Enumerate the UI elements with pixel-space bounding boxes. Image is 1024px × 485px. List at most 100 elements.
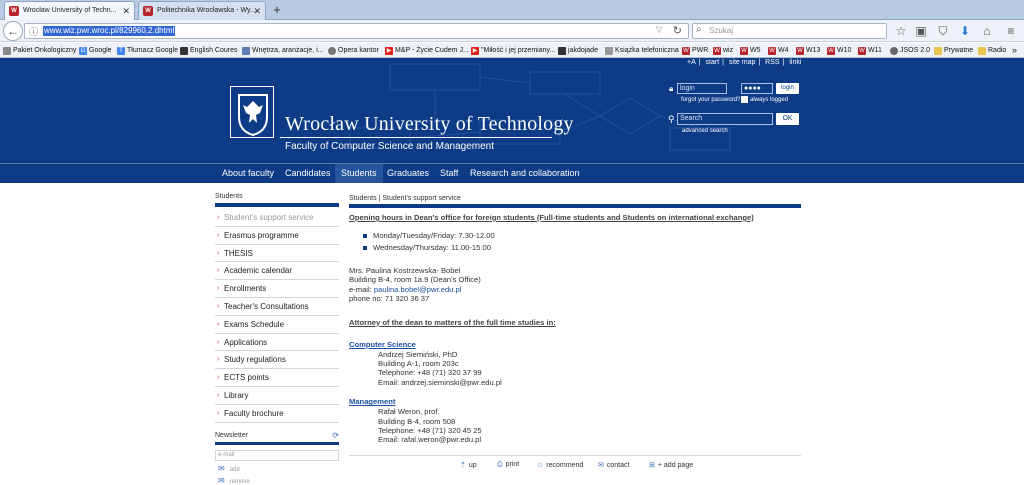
login-input[interactable]: login xyxy=(677,83,727,94)
site-map-link[interactable]: site map xyxy=(729,59,755,66)
bookmark-item[interactable]: W W10 xyxy=(827,45,851,56)
add-page-link[interactable]: ⊞ + add page xyxy=(649,461,693,469)
cs-phone: Telephone: +48 (71) 320 37 99 xyxy=(378,368,482,378)
close-icon[interactable]: ✕ xyxy=(253,2,261,20)
sidebar-item-enrollments[interactable]: › Enrollments xyxy=(215,280,339,298)
bookmark-item[interactable]: T Tłumacz Google xyxy=(117,45,178,56)
browser-search-input[interactable]: ⌕ Szukaj xyxy=(692,23,887,39)
sidebar-item-consultations[interactable]: › Teacher's Consultations xyxy=(215,298,339,316)
back-button[interactable]: ← xyxy=(3,21,23,41)
url-bar[interactable]: ⓘ www.wiz.pwr.wroc.pl/829960,2.dhtml ▽ ↻ xyxy=(24,23,689,39)
university-logo[interactable] xyxy=(230,86,274,138)
bookmarks-library-icon[interactable]: ▣ xyxy=(913,23,929,39)
bookmarks-toolbar: Pakiet Onkologiczny G Google T Tłumacz Goo… xyxy=(0,43,1024,58)
bookmark-label: wiz xyxy=(723,47,734,54)
reload-icon[interactable]: ↻ xyxy=(673,24,682,37)
forgot-password-link[interactable]: forgot your password? xyxy=(681,97,740,103)
login-button[interactable]: login xyxy=(776,83,799,94)
sidebar-item-thesis[interactable]: › THESIS xyxy=(215,245,339,263)
bookmark-item[interactable]: Prywatne xyxy=(934,45,973,56)
contact-email-link[interactable]: paulina.bobel@pwr.edu.pl xyxy=(374,285,462,294)
sidebar-item-ects-points[interactable]: › ECTS points xyxy=(215,369,339,387)
pwr-favicon-icon: W xyxy=(9,6,19,16)
bookmarks-overflow-button[interactable]: » xyxy=(1012,45,1017,56)
envelope-icon: ✉ xyxy=(218,464,225,473)
bookmark-icon xyxy=(180,47,188,55)
download-icon[interactable]: ⬇ xyxy=(957,23,973,39)
bookmark-item[interactable]: W W5 xyxy=(740,45,761,56)
nav-staff[interactable]: Staff xyxy=(434,164,464,183)
nav-candidates[interactable]: Candidates xyxy=(279,164,337,183)
chevron-down-icon[interactable]: ▽ xyxy=(656,25,662,34)
bookmark-label: W11 xyxy=(868,47,882,54)
start-link[interactable]: start xyxy=(706,59,720,66)
sidebar-item-faculty-brochure[interactable]: › Faculty brochure xyxy=(215,405,339,423)
newsletter-remove-link[interactable]: ✉ remove xyxy=(218,476,250,485)
bookmark-item[interactable]: Wwiz xyxy=(713,45,733,56)
bookmark-item[interactable]: JSOS 2.0 xyxy=(890,45,930,56)
password-input[interactable]: ●●●● xyxy=(741,83,773,94)
contact-name: Mrs. Paulina Kostrzewska- Bobel xyxy=(349,266,461,275)
bookmark-item[interactable]: Pakiet Onkologiczny xyxy=(3,45,76,56)
bookmark-item[interactable]: Książka telefoniczna xyxy=(605,45,679,56)
sidebar-item-library[interactable]: › Library xyxy=(215,387,339,405)
bookmark-item[interactable]: W W4 xyxy=(768,45,789,56)
new-tab-button[interactable]: + xyxy=(270,2,284,18)
always-logged-checkbox[interactable] xyxy=(741,96,748,103)
search-placeholder: Szukaj xyxy=(709,26,734,35)
bookmark-item[interactable]: Opera kantor xyxy=(328,45,379,56)
nav-about-faculty[interactable]: About faculty xyxy=(216,164,280,183)
bookmark-star-icon[interactable]: ☆ xyxy=(893,23,909,39)
sidebar-item-support-service[interactable]: › Student's support service xyxy=(215,209,339,227)
bookmark-item[interactable]: W W11 xyxy=(858,45,882,56)
sidebar-item-academic-calendar[interactable]: › Academic calendar xyxy=(215,262,339,281)
info-icon[interactable]: ⓘ xyxy=(29,25,38,38)
sidebar-item-erasmus[interactable]: › Erasmus programme xyxy=(215,227,339,245)
nav-graduates[interactable]: Graduates xyxy=(381,164,435,183)
bookmark-item[interactable]: English Coures xyxy=(180,45,237,56)
bookmark-label: M&P - Życie Cudem J... xyxy=(395,47,469,54)
menu-icon[interactable]: ≡ xyxy=(1003,23,1019,39)
bookmark-item[interactable]: G Google xyxy=(79,45,112,56)
close-icon[interactable]: ✕ xyxy=(122,2,130,20)
newsletter-email-input[interactable]: e-mail xyxy=(215,450,339,461)
tab-wroclaw-university[interactable]: W Wrocław University of Techn... ✕ xyxy=(4,1,135,20)
bookmark-item[interactable]: jakdojade xyxy=(558,45,598,56)
rss-icon[interactable]: ⟳ xyxy=(332,431,339,440)
sidebar-item-applications[interactable]: › Applications xyxy=(215,334,339,352)
newsletter-add-link[interactable]: ✉ add xyxy=(218,464,240,473)
globe-icon xyxy=(328,47,336,55)
site-search-input[interactable]: Search xyxy=(677,113,773,125)
up-link[interactable]: ⇡ up xyxy=(460,461,477,469)
university-title[interactable]: Wrocław University of Technology xyxy=(285,113,574,136)
magnifier-icon: ⚲ xyxy=(668,114,675,124)
search-ok-button[interactable]: OK xyxy=(776,113,799,125)
breadcrumb[interactable]: Students | Student's support service xyxy=(349,194,801,203)
sidebar-item-study-regulations[interactable]: › Study regulations xyxy=(215,351,339,370)
sidebar-item-exams-schedule[interactable]: › Exams Schedule xyxy=(215,316,339,334)
rss-link[interactable]: RSS xyxy=(765,59,779,66)
contact-link[interactable]: ✉ contact xyxy=(598,461,629,469)
tab-politechnika[interactable]: W Politechnika Wrocławska - Wy... ✕ xyxy=(138,1,266,20)
computer-science-heading: Computer Science xyxy=(349,339,416,349)
nav-students[interactable]: Students xyxy=(335,164,383,183)
bookmark-item[interactable]: ▶ M&P - Życie Cudem J... xyxy=(385,45,469,56)
linki-link[interactable]: linki xyxy=(789,59,801,66)
pocket-icon[interactable]: ⛉ xyxy=(935,23,951,39)
url-text[interactable]: www.wiz.pwr.wroc.pl/829960,2.dhtml xyxy=(43,26,176,36)
print-link[interactable]: ⎙ print xyxy=(497,461,519,469)
recommend-link[interactable]: ☆ recommend xyxy=(537,461,583,469)
font-size-link[interactable]: +A xyxy=(687,59,696,66)
pwr-icon: W xyxy=(682,47,690,55)
bookmark-item[interactable]: ▶ "Miłość i jej przemiany... xyxy=(471,45,555,56)
home-icon[interactable]: ⌂ xyxy=(979,23,995,39)
bookmark-item[interactable]: Wnętrza, aranżacje, i... xyxy=(242,45,324,56)
management-heading: Management xyxy=(349,397,396,407)
contact-email-line: e-mail: paulina.bobel@pwr.edu.pl xyxy=(349,285,801,294)
bookmark-item[interactable]: W PWR xyxy=(682,45,708,56)
advanced-search-link[interactable]: advanced search xyxy=(682,128,728,134)
bookmark-item[interactable]: W W13 xyxy=(796,45,820,56)
newsletter-box: Newsletter ⟳ e-mail ✉ add ✉ remove xyxy=(215,431,339,485)
nav-research-collaboration[interactable]: Research and collaboration xyxy=(464,164,586,183)
bookmark-item[interactable]: Radio xyxy=(978,45,1006,56)
